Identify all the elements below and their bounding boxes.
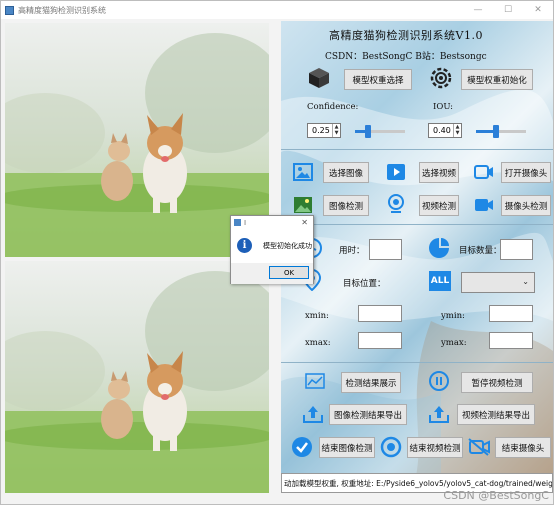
iou-slider-handle[interactable] — [493, 125, 499, 138]
target-count-value — [500, 239, 533, 260]
info-icon: i — [237, 238, 252, 253]
open-camera-button[interactable]: 打开摄像头 — [501, 162, 551, 183]
iou-spinbox[interactable]: 0.40 ▲ ▼ — [428, 123, 462, 138]
dialog-title: I — [244, 218, 247, 227]
stop-video-detect-button[interactable]: 结束视频检测 — [407, 437, 463, 458]
confidence-label: Confidence: — [307, 102, 359, 112]
iou-value: 0.40 — [433, 126, 451, 135]
show-results-button[interactable]: 检测结果展示 — [341, 372, 401, 393]
spin-arrows-icon[interactable]: ▲ ▼ — [332, 124, 340, 137]
line-chart-icon — [305, 373, 325, 389]
result-image-view — [5, 261, 269, 493]
ymax-value — [489, 332, 533, 349]
target-position-label: 目标位置： — [343, 279, 386, 289]
chevron-down-icon[interactable]: ⌄ — [522, 277, 529, 286]
model-select-button[interactable]: 模型权重选择 — [344, 69, 412, 90]
dialog-app-icon — [234, 219, 241, 226]
dialog-title-bar: I ✕ — [231, 216, 313, 229]
title-bar: 高精度猫狗检测识别系统 — ☐ ✕ — [1, 1, 553, 19]
app-icon — [5, 5, 14, 15]
xmin-value — [358, 305, 402, 322]
xmax-value — [358, 332, 402, 349]
app-title: 高精度猫狗检测识别系统V1.0 — [329, 29, 483, 42]
pause-icon — [429, 371, 449, 391]
webcam-icon — [388, 194, 404, 213]
export-image-button[interactable]: 图像检测结果导出 — [329, 404, 407, 425]
window-title: 高精度猫狗检测识别系统 — [18, 5, 106, 15]
image-icon — [293, 163, 313, 181]
confidence-slider-handle[interactable] — [365, 125, 371, 138]
camera-icon — [474, 165, 493, 179]
ymax-label: ymax: — [441, 338, 467, 348]
spin-arrows-icon[interactable]: ▲ ▼ — [453, 124, 461, 137]
maximize-icon[interactable]: ☐ — [493, 1, 523, 19]
app-window: 高精度猫狗检测识别系统 — ☐ ✕ 高精度猫狗检测识别系统V1.0 CSDN：B… — [0, 0, 554, 505]
video-icon — [387, 164, 405, 180]
image-detect-button[interactable]: 图像检测 — [323, 195, 369, 216]
model-init-button[interactable]: 模型权重初始化 — [461, 69, 533, 90]
check-circle-icon — [292, 437, 312, 457]
stop-record-icon — [380, 436, 402, 458]
dialog-body: i 模型初始化成功 — [231, 229, 313, 263]
target-select-dropdown[interactable]: ⌄ — [461, 272, 535, 293]
message-dialog: I ✕ i 模型初始化成功 OK — [230, 215, 314, 284]
divider — [281, 224, 553, 225]
control-panel: 高精度猫狗检测识别系统V1.0 CSDN：BestSongC B站：Bestso… — [281, 21, 553, 493]
select-image-button[interactable]: 选择图像 — [323, 162, 369, 183]
status-text: 动加载模型权重, 权重地址: E:/Pyside6_yolov5/yolov5_… — [284, 478, 553, 488]
pie-chart-icon — [429, 238, 449, 258]
camera-detect-button[interactable]: 摄像头检测 — [501, 195, 551, 216]
dialog-message: 模型初始化成功 — [263, 242, 312, 250]
camera-detect-icon — [475, 199, 493, 211]
dialog-footer: OK — [231, 263, 313, 284]
divider — [281, 362, 553, 363]
ymin-label: ymin: — [441, 311, 465, 321]
author-info: CSDN：BestSongC B站：Bestsongc — [325, 52, 487, 62]
confidence-slider[interactable] — [355, 125, 405, 138]
xmax-label: xmax: — [305, 338, 331, 348]
watermark: CSDN @BestSongC — [443, 489, 549, 502]
all-icon: ALL — [429, 271, 451, 291]
upload-icon — [429, 406, 449, 423]
confidence-value: 0.25 — [312, 126, 330, 135]
time-label: 用时： — [339, 246, 365, 256]
iou-label: IOU: — [433, 102, 454, 112]
cube-icon — [309, 68, 329, 88]
close-icon[interactable]: ✕ — [523, 1, 553, 19]
divider — [281, 149, 553, 150]
export-video-button[interactable]: 视频检测结果导出 — [457, 404, 535, 425]
ymin-value — [489, 305, 533, 322]
video-detect-button[interactable]: 视频检测 — [419, 195, 459, 216]
upload-icon — [303, 406, 323, 423]
target-count-label: 目标数量： — [459, 246, 502, 256]
xmin-label: xmin: — [305, 311, 329, 321]
camera-off-icon — [468, 438, 490, 456]
dialog-close-icon[interactable]: ✕ — [301, 218, 308, 227]
ok-button[interactable]: OK — [269, 266, 309, 279]
gear-icon — [430, 67, 452, 89]
stop-image-detect-button[interactable]: 结束图像检测 — [319, 437, 375, 458]
iou-slider[interactable] — [476, 125, 526, 138]
confidence-spinbox[interactable]: 0.25 ▲ ▼ — [307, 123, 341, 138]
stop-camera-button[interactable]: 结束摄像头 — [495, 437, 551, 458]
minimize-icon[interactable]: — — [463, 1, 493, 19]
pause-video-button[interactable]: 暂停视频检测 — [461, 372, 533, 393]
select-video-button[interactable]: 选择视频 — [419, 162, 459, 183]
time-value — [369, 239, 402, 260]
image-detect-icon — [294, 197, 312, 213]
